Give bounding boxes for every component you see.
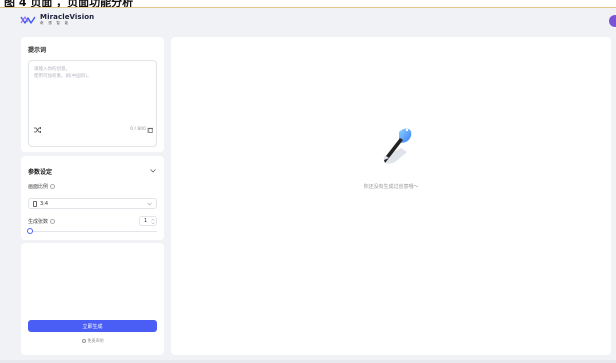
result-canvas: 你还没有生成过创意哦～ <box>171 37 611 355</box>
logo-mark-icon <box>20 16 36 24</box>
count-slider-track[interactable] <box>30 231 157 232</box>
info-icon[interactable] <box>50 219 56 224</box>
app-header: MiracleVision 奇 想 智 能 <box>0 9 616 35</box>
logo-subtitle: 奇 想 智 能 <box>40 21 70 25</box>
disclaimer-text: 免责声明 <box>87 338 104 343</box>
count-stepper[interactable]: 1 <box>139 216 157 226</box>
portrait-ratio-icon <box>33 201 37 207</box>
chevron-down-icon[interactable] <box>150 169 156 173</box>
disclaimer-link[interactable]: 免责声明 <box>21 338 164 344</box>
count-value: 1 <box>144 218 148 224</box>
info-icon <box>81 339 86 343</box>
trash-icon[interactable] <box>148 127 153 133</box>
ratio-select[interactable]: 3:4 <box>28 198 157 209</box>
shuffle-icon[interactable] <box>34 127 41 133</box>
params-panel: 参数设定 画面比例 3:4 生成张数 1 <box>21 156 164 240</box>
params-title: 参数设定 <box>28 169 53 176</box>
count-label: 生成张数 <box>28 218 56 225</box>
logo-name: MiracleVision <box>40 13 95 21</box>
char-count: 0 / 800 <box>130 127 146 132</box>
prompt-input[interactable]: 请输入你的创意。 使用可加权重。如(中国风)。 0 / 800 <box>28 60 157 147</box>
action-panel: 立即生成 免责声明 <box>21 243 164 355</box>
prompt-placeholder-line1: 请输入你的创意。 <box>34 67 70 72</box>
ratio-label-text: 画面比例 <box>28 184 49 190</box>
prompt-title: 提示词 <box>28 47 47 54</box>
logo[interactable]: MiracleVision 奇 想 智 能 <box>20 14 94 26</box>
count-label-text: 生成张数 <box>28 219 49 225</box>
magic-wand-icon <box>383 128 412 164</box>
prompt-panel: 提示词 请输入你的创意。 使用可加权重。如(中国风)。 0 / 800 <box>21 37 164 152</box>
ratio-label: 画面比例 <box>28 183 56 190</box>
ratio-value: 3:4 <box>40 201 49 207</box>
banner-text: 图 4 页面 ，页面功能分析 <box>4 0 134 8</box>
count-slider-thumb[interactable] <box>27 228 33 234</box>
empty-state-text: 你还没有生成过创意哦～ <box>363 184 419 190</box>
avatar[interactable] <box>609 15 616 27</box>
top-banner: 图 4 页面 ，页面功能分析 <box>0 0 616 8</box>
stepper-arrows-icon[interactable] <box>151 218 155 225</box>
generate-button[interactable]: 立即生成 <box>28 320 157 332</box>
info-icon[interactable] <box>50 184 56 189</box>
chevron-down-icon <box>147 202 152 206</box>
prompt-placeholder-line2: 使用可加权重。如(中国风)。 <box>34 74 92 79</box>
